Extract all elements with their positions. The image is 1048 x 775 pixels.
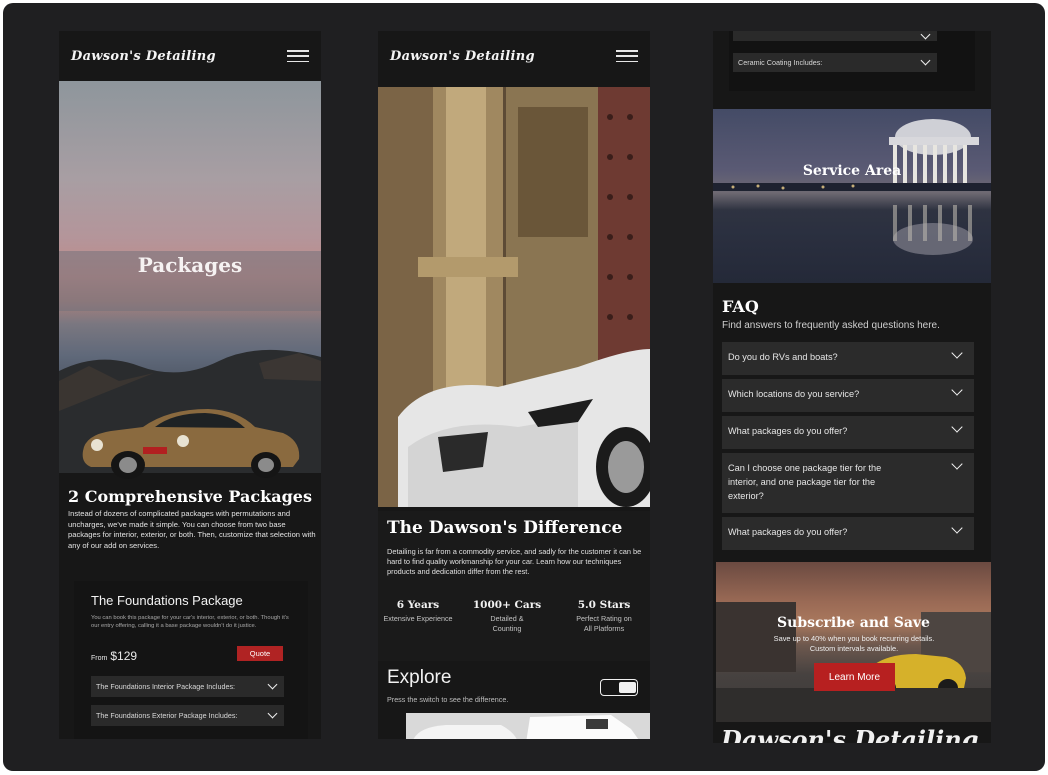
porsche-car-image <box>82 409 300 479</box>
before-after-toggle[interactable] <box>600 679 638 696</box>
chevron-down-icon <box>951 522 963 534</box>
explore-title: Explore <box>387 667 452 688</box>
interior-package-accordion[interactable]: The Foundations Interior Package Include… <box>91 676 284 697</box>
stat-rating: 5.0 Stars Perfect Rating on All Platform… <box>576 599 632 633</box>
package-title: The Foundations Package <box>91 593 243 608</box>
ceramic-coating-accordion[interactable]: Ceramic Coating Includes: <box>733 53 937 72</box>
faq-item[interactable]: Do you do RVs and boats? <box>722 342 974 375</box>
package-description: You can book this package for your car's… <box>91 615 289 629</box>
packages-intro-title: 2 Comprehensive Packages <box>68 487 312 506</box>
architecture-car-scene <box>378 87 650 507</box>
stat-years: 6 Years Extensive Experience <box>383 599 453 623</box>
brand-logo[interactable]: Dawson's Detailing <box>71 49 216 64</box>
learn-more-button[interactable]: Learn More <box>814 663 895 691</box>
difference-text: Detailing is far from a commodity servic… <box>387 547 642 577</box>
subscribe-title: Subscribe and Save <box>777 615 930 631</box>
subscribe-text: Save up to 40% when you book recurring d… <box>773 634 935 653</box>
service-area-title: Service Area <box>802 163 902 179</box>
packages-hero-image: Packages <box>59 81 321 479</box>
packages-intro-text: Instead of dozens of complicated package… <box>68 509 316 550</box>
addon-accordion-partial[interactable] <box>733 31 937 41</box>
foundations-package-card: The Foundations Package You can book thi… <box>74 581 308 739</box>
packages-hero-title: Packages <box>137 253 243 277</box>
difference-title: The Dawson's Difference <box>387 518 623 538</box>
chevron-down-icon <box>951 458 963 470</box>
service-area-image <box>713 109 991 283</box>
chevron-down-icon <box>920 55 931 66</box>
mockup-canvas: Dawson's Detailing Packages 2 Comprehens… <box>3 3 1045 771</box>
faq-item[interactable]: What packages do you offer? <box>722 517 974 550</box>
top-nav: Dawson's Detailing <box>59 31 321 81</box>
quote-button[interactable]: Quote <box>237 646 283 661</box>
chevron-down-icon <box>951 421 963 433</box>
chevron-down-icon <box>267 679 278 690</box>
home-screen: Dawson's Detailing The Dawson's Differen… <box>378 31 650 739</box>
faq-subtitle: Find answers to frequently asked questio… <box>722 320 940 331</box>
brand-logo[interactable]: Dawson's Detailing <box>390 49 535 64</box>
chevron-down-icon <box>951 384 963 396</box>
explore-text: Press the switch to see the difference. <box>387 695 509 704</box>
faq-item[interactable]: Can I choose one package tier for the in… <box>722 453 974 513</box>
vans-image <box>406 713 650 739</box>
chevron-down-icon <box>920 31 931 39</box>
faq-item[interactable]: Which locations do you service? <box>722 379 974 412</box>
packages-screen: Dawson's Detailing Packages 2 Comprehens… <box>59 31 321 739</box>
faq-item[interactable]: What packages do you offer? <box>722 416 974 449</box>
package-price: From $129 <box>91 649 138 663</box>
faq-title: FAQ <box>722 297 759 316</box>
exterior-package-accordion[interactable]: The Foundations Exterior Package Include… <box>91 705 284 726</box>
footer-brand-logo: Dawson's Detailing <box>721 725 979 743</box>
hamburger-menu-icon[interactable] <box>616 50 638 62</box>
home-hero-image <box>378 87 650 507</box>
memorial-night-scene <box>713 119 991 255</box>
top-nav: Dawson's Detailing <box>378 31 650 81</box>
chevron-down-icon <box>267 708 278 719</box>
chevron-down-icon <box>951 347 963 359</box>
stat-cars: 1000+ Cars Detailed & Counting <box>472 599 542 633</box>
info-screen: Ceramic Coating Includes: Service Area F… <box>713 31 991 743</box>
hamburger-menu-icon[interactable] <box>287 50 309 62</box>
